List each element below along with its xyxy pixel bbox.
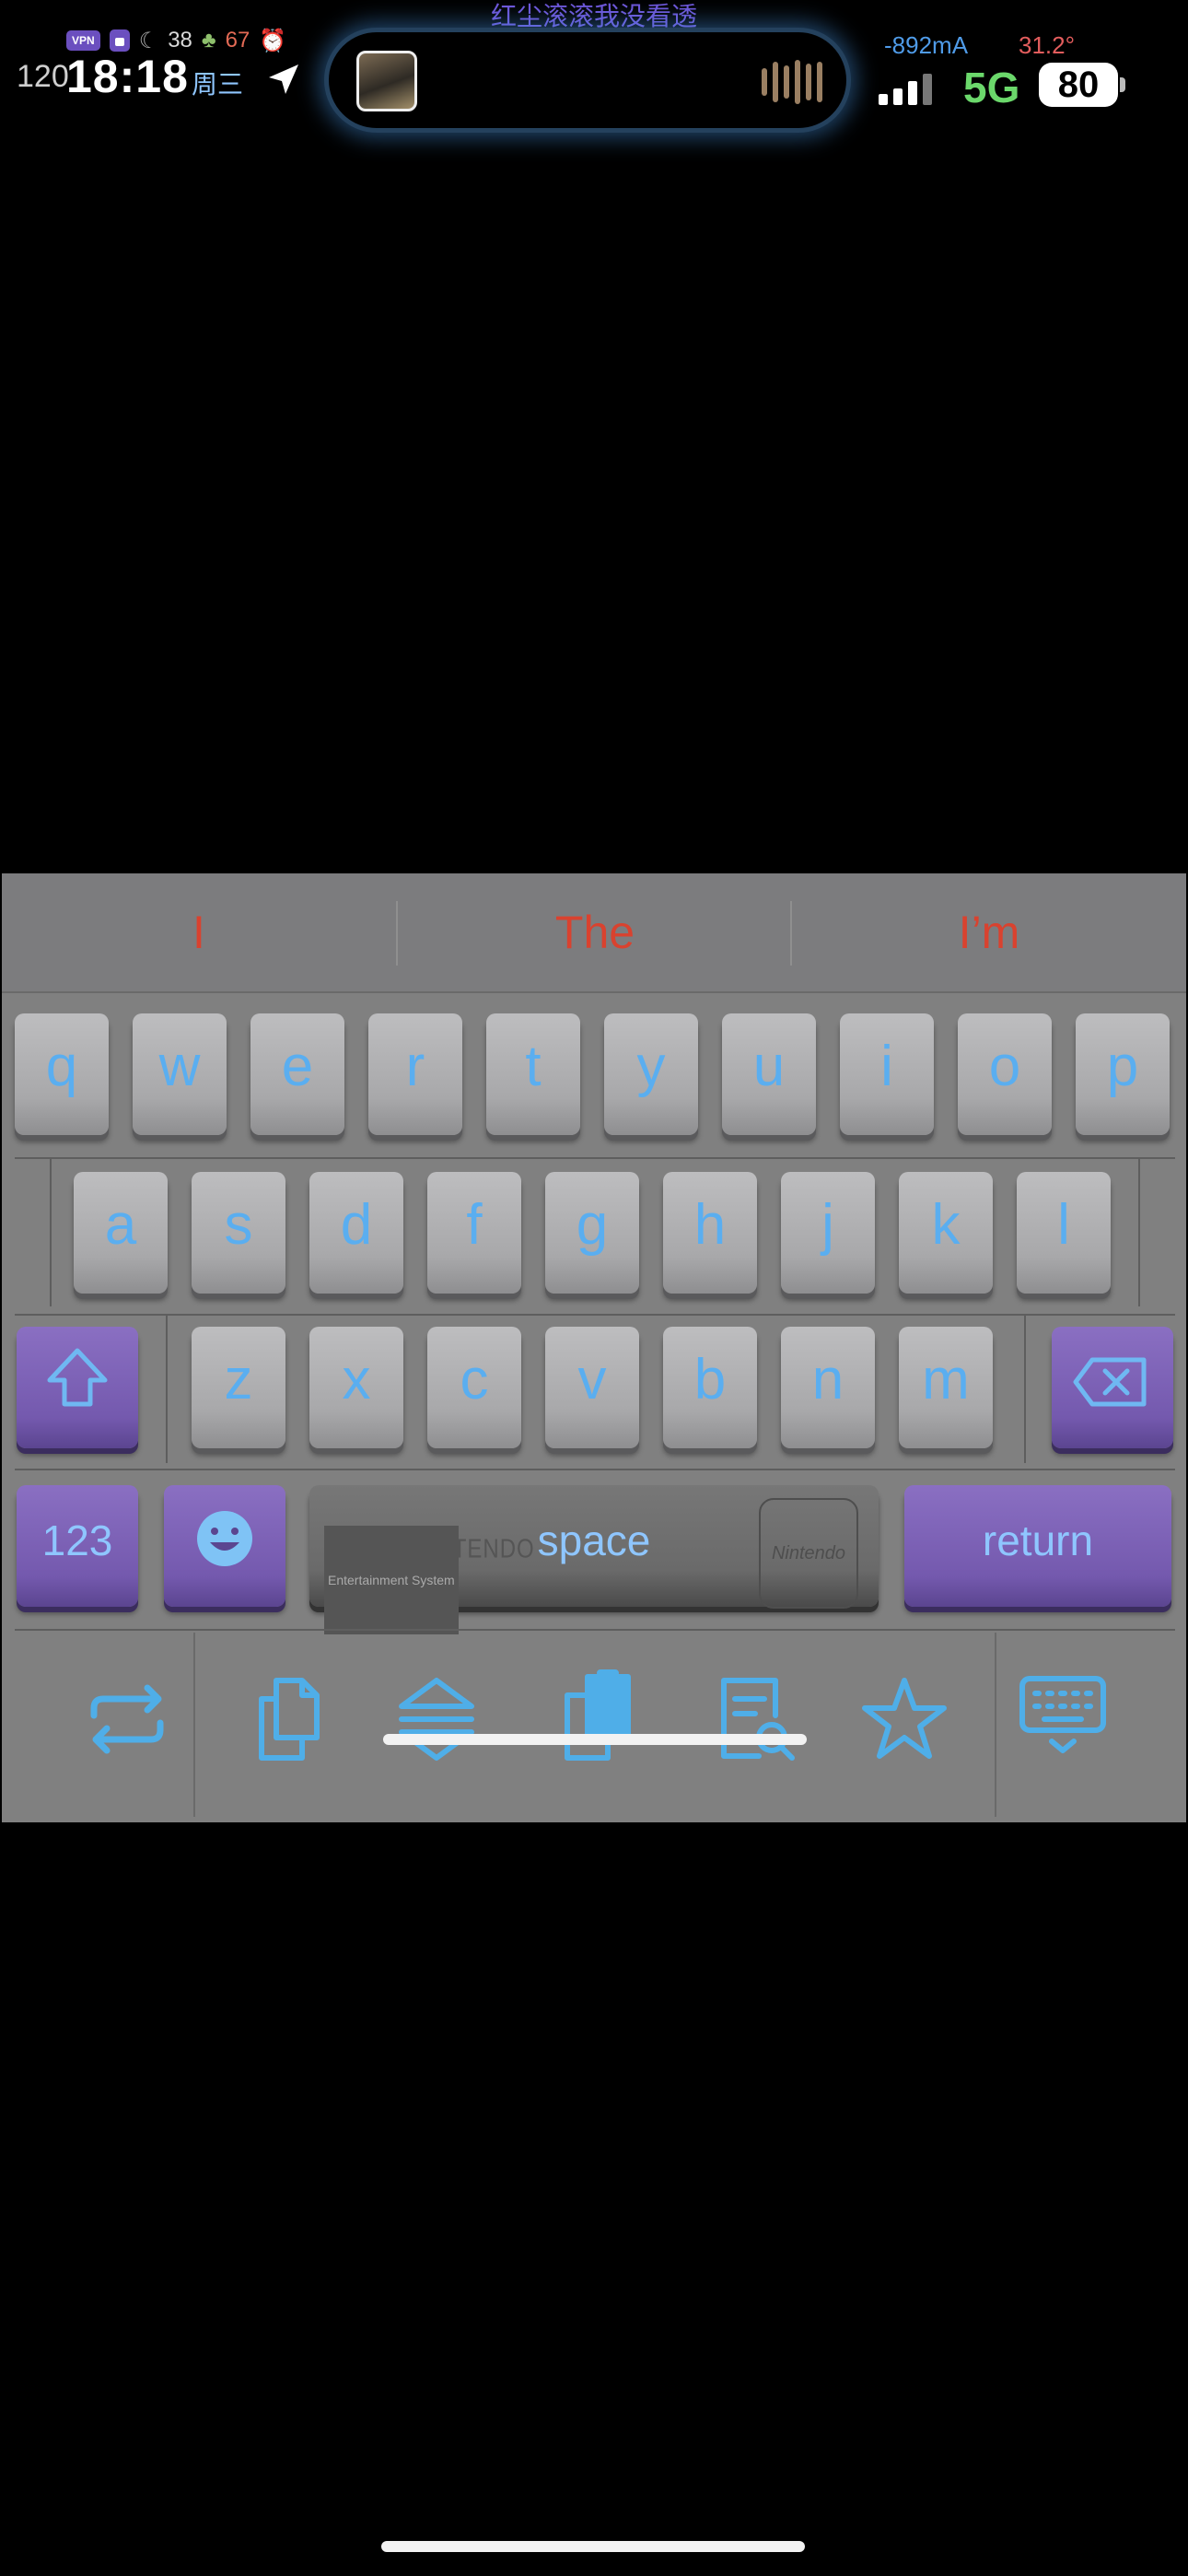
key-v[interactable]: v xyxy=(545,1327,639,1448)
key-l[interactable]: l xyxy=(1017,1172,1111,1294)
key-p[interactable]: p xyxy=(1076,1013,1170,1135)
switch-arrows-icon[interactable] xyxy=(81,1673,173,1765)
row-divider-vertical xyxy=(1024,1316,1026,1463)
alarm-icon: ⏰ xyxy=(259,28,287,53)
key-h[interactable]: h xyxy=(663,1172,757,1294)
clock: 18:18 xyxy=(66,51,189,102)
dynamic-island[interactable] xyxy=(324,28,851,133)
key-i[interactable]: i xyxy=(840,1013,934,1135)
weekday: 周三 xyxy=(192,70,244,99)
status-left: VPN ☾ 38 ♣ 67 ⏰ 120 18:18 周三 xyxy=(17,24,311,107)
space-label: space xyxy=(537,1516,651,1564)
keyboard-toolbar xyxy=(2,1633,1186,1822)
battery-icon: 80 xyxy=(1039,63,1118,107)
leaf-icon: ♣ xyxy=(201,28,216,53)
row-divider-vertical xyxy=(1138,1159,1140,1306)
key-g[interactable]: g xyxy=(545,1172,639,1294)
toolbar-divider xyxy=(193,1633,195,1817)
shift-arrow-icon xyxy=(47,1348,108,1407)
star-icon[interactable] xyxy=(858,1673,950,1765)
row-divider xyxy=(15,1157,1175,1159)
backspace-icon xyxy=(1073,1357,1147,1407)
battery-tip xyxy=(1120,77,1125,92)
emoji-face-icon xyxy=(197,1511,252,1566)
battery-temp: 31.2° xyxy=(1019,31,1076,59)
suggestion-bar: I The I’m xyxy=(2,873,1186,993)
key-x[interactable]: x xyxy=(309,1327,403,1448)
audio-waveform-icon xyxy=(762,60,822,104)
row-divider xyxy=(15,1314,1175,1316)
battery-current: -892mA xyxy=(884,31,969,59)
key-m[interactable]: m xyxy=(899,1327,993,1448)
status-bar: 红尘滚滚我没看透 VPN ☾ 38 ♣ 67 ⏰ 120 18:18 周三 -8… xyxy=(0,0,1188,147)
home-indicator[interactable] xyxy=(381,2541,805,2552)
suggestion-3[interactable]: I’m xyxy=(792,873,1186,991)
search-document-icon[interactable] xyxy=(709,1673,801,1765)
row-divider xyxy=(15,1629,1175,1631)
shift-key[interactable] xyxy=(17,1327,138,1448)
row-divider-vertical xyxy=(50,1159,52,1306)
key-w[interactable]: w xyxy=(133,1013,227,1135)
toolbar-divider xyxy=(995,1633,996,1817)
delete-key[interactable] xyxy=(1052,1327,1173,1448)
key-q[interactable]: q xyxy=(15,1013,109,1135)
vpn-icon: VPN xyxy=(66,30,100,51)
key-s[interactable]: s xyxy=(192,1172,285,1294)
key-r[interactable]: r xyxy=(368,1013,462,1135)
copy-icon[interactable] xyxy=(243,1673,335,1765)
key-z[interactable]: z xyxy=(192,1327,285,1448)
row-divider xyxy=(15,1469,1175,1470)
key-k[interactable]: k xyxy=(899,1172,993,1294)
signal-bars-icon xyxy=(879,74,932,105)
location-arrow-icon xyxy=(269,64,298,94)
key-a[interactable]: a xyxy=(74,1172,168,1294)
home-indicator-keyboard[interactable] xyxy=(383,1734,807,1745)
key-f[interactable]: f xyxy=(427,1172,521,1294)
album-art[interactable] xyxy=(356,51,417,111)
key-e[interactable]: e xyxy=(250,1013,344,1135)
emoji-key[interactable] xyxy=(164,1485,285,1607)
key-o[interactable]: o xyxy=(958,1013,1052,1135)
keyboard: I The I’m q w e r t y u i o p a s d f g … xyxy=(2,873,1186,1822)
expand-collapse-icon[interactable] xyxy=(390,1673,483,1765)
suggestion-2[interactable]: The xyxy=(398,873,792,991)
refresh-rate: 120 xyxy=(17,59,69,94)
numbers-key[interactable]: 123 xyxy=(17,1485,138,1607)
key-t[interactable]: t xyxy=(486,1013,580,1135)
space-key[interactable]: SUPER NINTENDO Entertainment System Nint… xyxy=(309,1485,879,1634)
key-u[interactable]: u xyxy=(722,1013,816,1135)
key-n[interactable]: n xyxy=(781,1327,875,1448)
lock-icon xyxy=(109,29,130,52)
key-b[interactable]: b xyxy=(663,1327,757,1448)
key-d[interactable]: d xyxy=(309,1172,403,1294)
key-y[interactable]: y xyxy=(604,1013,698,1135)
suggestion-1[interactable]: I xyxy=(2,873,396,991)
return-key[interactable]: return xyxy=(904,1485,1171,1607)
hide-keyboard-icon[interactable] xyxy=(1017,1669,1109,1762)
network-type: 5G xyxy=(963,64,1020,111)
row-divider-vertical xyxy=(166,1316,168,1463)
key-j[interactable]: j xyxy=(781,1172,875,1294)
phone-temp: 67 xyxy=(225,28,250,53)
status-right: -892mA 31.2° 5G 80 xyxy=(838,28,1188,111)
key-c[interactable]: c xyxy=(427,1327,521,1448)
clipboard-paste-icon[interactable] xyxy=(551,1669,643,1762)
